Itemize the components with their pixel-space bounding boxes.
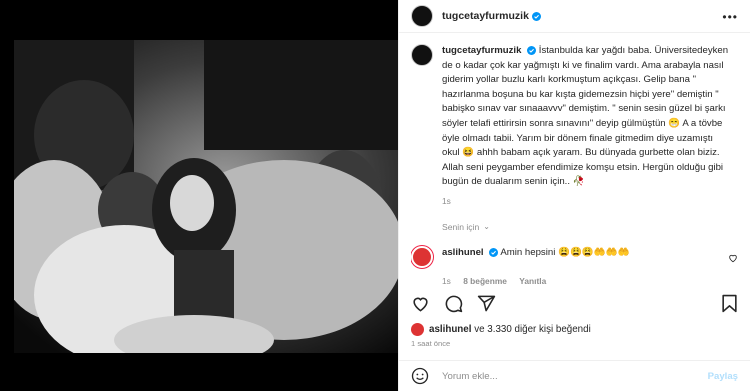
post-media xyxy=(0,0,398,391)
comments-section: tugcetayfurmuzik İstanbulda kar yağdı ba… xyxy=(411,44,738,301)
commenter-username[interactable]: aslihunel xyxy=(442,247,484,258)
like-button[interactable] xyxy=(411,294,430,313)
save-button[interactable] xyxy=(721,294,738,313)
commenter-avatar[interactable] xyxy=(411,245,433,268)
post-header: tugcetayfurmuzik ••• xyxy=(399,0,750,33)
caption-body: İstanbulda kar yağdı baba. Üniversitedey… xyxy=(442,45,729,188)
comment-composer: Paylaş xyxy=(399,360,750,391)
comment-body: Amin hepsini 😩😩😩🤲🤲🤲 xyxy=(500,246,630,258)
comment-reply[interactable]: Yanıtla xyxy=(519,276,546,286)
caption: tugcetayfurmuzik İstanbulda kar yağdı ba… xyxy=(411,44,738,190)
likes-rest: ve 3.330 diğer kişi beğendi xyxy=(474,324,591,335)
caption-username[interactable]: tugcetayfurmuzik xyxy=(442,45,521,56)
instagram-post: tugcetayfurmuzik ••• tugcetayfurmuzik İs… xyxy=(0,0,750,391)
caption-text: tugcetayfurmuzik İstanbulda kar yağdı ba… xyxy=(442,44,732,190)
verified-icon xyxy=(531,11,541,21)
share-icon xyxy=(477,295,496,311)
heart-icon[interactable] xyxy=(728,253,738,263)
comment-input[interactable] xyxy=(440,369,708,383)
verified-icon xyxy=(489,247,499,257)
verified-icon xyxy=(527,45,537,55)
comment-likes[interactable]: 8 beğenme xyxy=(463,276,507,286)
comment-meta: 1s 8 beğenme Yanıtla xyxy=(442,276,738,286)
post-sidebar: tugcetayfurmuzik ••• tugcetayfurmuzik İs… xyxy=(398,0,750,391)
more-icon[interactable]: ••• xyxy=(722,10,738,24)
heart-icon xyxy=(413,297,428,312)
comment-icon xyxy=(445,295,463,312)
author-avatar[interactable] xyxy=(411,5,433,27)
likes-user[interactable]: aslihunel xyxy=(429,324,471,335)
emoji-icon xyxy=(411,367,429,385)
emoji-button[interactable] xyxy=(411,367,429,385)
caption-time: 1s xyxy=(442,195,451,206)
comment-button[interactable] xyxy=(444,294,463,313)
comment-time: 1s xyxy=(442,275,451,286)
chevron-down-icon: ⌄ xyxy=(483,222,490,232)
see-for-you[interactable]: Senin için ⌄ xyxy=(442,222,738,232)
comment-text: aslihunel Amin hepsini 😩😩😩🤲🤲🤲 xyxy=(442,246,630,268)
see-for-you-label: Senin için xyxy=(442,221,480,232)
photo-image xyxy=(14,40,398,353)
author-username[interactable]: tugcetayfurmuzik xyxy=(442,10,529,22)
bookmark-icon xyxy=(722,294,737,312)
post-photo[interactable] xyxy=(14,40,398,353)
liker-avatar xyxy=(411,323,424,336)
post-comment-button[interactable]: Paylaş xyxy=(708,371,738,382)
posted-ago: 1 saat önce xyxy=(411,339,451,348)
share-button[interactable] xyxy=(477,294,496,313)
post-actions xyxy=(411,292,738,314)
comment-item: aslihunel Amin hepsini 😩😩😩🤲🤲🤲 xyxy=(411,245,738,268)
likes-summary[interactable]: aslihunel ve 3.330 diğer kişi beğendi xyxy=(411,323,591,336)
caption-avatar[interactable] xyxy=(411,44,433,66)
